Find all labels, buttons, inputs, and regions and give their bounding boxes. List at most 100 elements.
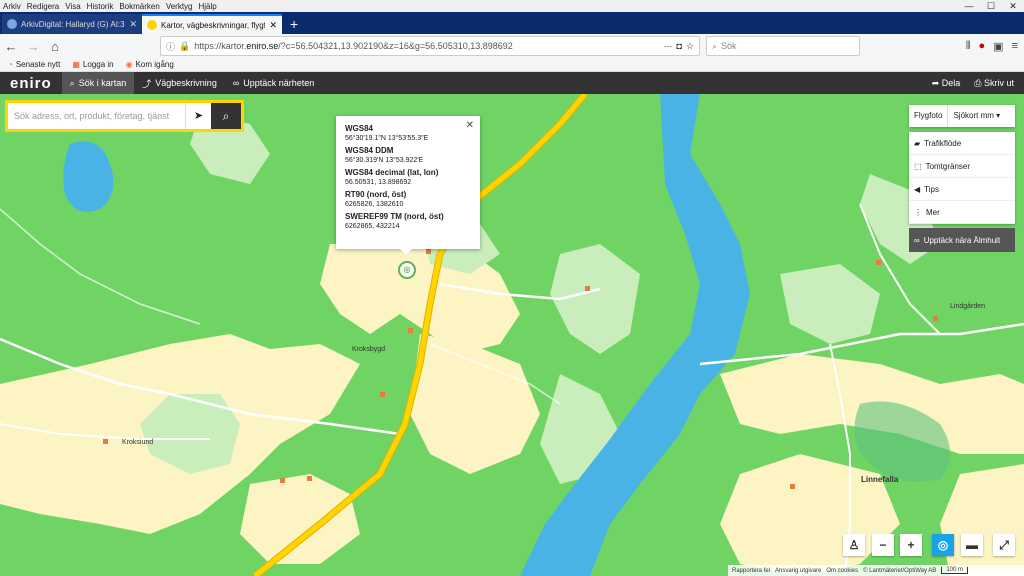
megaphone-icon: ◀	[914, 184, 921, 194]
microsoft-icon: ▦	[72, 60, 80, 69]
map-canvas[interactable]: Kroksbygd Kroksiund Lindgården Linnefall…	[0, 94, 1024, 576]
tab-sok-i-kartan[interactable]: ⌕ Sök i kartan	[61, 72, 135, 94]
pocket-icon[interactable]: ◘	[676, 41, 681, 51]
more-vertical-icon: ⋮	[914, 207, 922, 217]
forward-icon[interactable]: →	[22, 39, 44, 54]
coord-heading: WGS84 DDM	[345, 146, 394, 155]
location-marker-icon[interactable]: ⊕	[398, 261, 416, 279]
firefox-icon: ◉	[125, 60, 133, 69]
bookmark-senaste-nytt[interactable]: ◔ Senaste nytt	[8, 60, 60, 69]
url-bar[interactable]: ⓘ 🔒 https://kartor.eniro.se/?c=56.504321…	[160, 36, 700, 56]
eniro-favicon-icon	[147, 20, 157, 30]
search-icon: ⌕	[222, 109, 230, 123]
lock-icon: 🔒	[179, 40, 191, 51]
street-view-person-icon[interactable]: ♙	[843, 534, 865, 556]
binoculars-icon: ∞	[232, 78, 240, 88]
cookies-link[interactable]: Om cookies	[826, 568, 858, 574]
layer-mer[interactable]: ⋮ Mer	[909, 201, 1015, 224]
map-label-kroksiund: Kroksiund	[122, 439, 154, 446]
sjokort-dropdown[interactable]: Sjökort mm ▾	[947, 105, 1015, 127]
menu-arkiv[interactable]: Arkiv	[0, 2, 24, 11]
back-icon[interactable]: ←	[0, 39, 22, 54]
layer-list: ▰ Trafikflöde ⬚ Tomtgränser ◀ Tips ⋮ Mer	[909, 132, 1015, 224]
map-footer: Rapportera fel Ansvarig utgivare Om cook…	[728, 565, 1024, 576]
navigation-bar: ← → ⌂ ⓘ 🔒 https://kartor.eniro.se/?c=56.…	[0, 34, 1024, 58]
search-icon: ⌕	[69, 77, 75, 88]
map-label-kroksbygd: Kroksbygd	[352, 346, 386, 353]
eniro-logo[interactable]: eniro	[0, 75, 62, 92]
info-icon[interactable]: ⓘ	[166, 40, 175, 53]
map-label-linnefalla: Linnefalla	[861, 475, 899, 484]
bookmarks-bar: ◔ Senaste nytt ▦ Logga in ◉ Kom igång	[0, 58, 1024, 72]
fullscreen-icon[interactable]: ⤢	[993, 534, 1015, 556]
minimize-icon[interactable]: —	[958, 0, 980, 12]
map-search-input[interactable]: Sök adress, ort, produkt, företag, tjäns…	[8, 111, 185, 121]
locate-me-icon[interactable]: ➤	[185, 103, 211, 129]
menu-visa[interactable]: Visa	[62, 2, 83, 11]
rss-icon: ◔	[8, 60, 13, 69]
coord-heading: SWEREF99 TM (nord, öst)	[345, 212, 444, 221]
car-icon: ▰	[914, 138, 921, 148]
map-label-lindgarden: Lindgården	[950, 303, 986, 310]
hamburger-menu-icon[interactable]: ≡	[1012, 40, 1018, 52]
flygfoto-button[interactable]: Flygfoto	[909, 105, 947, 127]
share-button[interactable]: ➦ Dela	[932, 78, 961, 89]
tab-upptack-narheten[interactable]: ∞ Upptäck närheten	[225, 72, 322, 94]
tab-eniro[interactable]: Kartor, vägbeskrivningar, flygfo... ✕	[142, 14, 282, 34]
library-icon[interactable]: ⫴	[966, 40, 971, 53]
menu-verktyg[interactable]: Verktyg	[163, 2, 196, 11]
layer-tips[interactable]: ◀ Tips	[909, 178, 1015, 201]
close-popup-icon[interactable]: ✕	[466, 121, 474, 131]
binoculars-icon: ∞	[914, 235, 920, 245]
layer-tomtgranser[interactable]: ⬚ Tomtgränser	[909, 155, 1015, 178]
coord-value: 56°30'19.1"N 13°53'55.3"E	[345, 135, 429, 142]
bookmark-logga-in[interactable]: ▦ Logga in	[72, 60, 113, 69]
print-button[interactable]: ⎙ Skriv ut	[974, 78, 1014, 89]
close-window-icon[interactable]: ✕	[1002, 0, 1024, 12]
menu-hjalp[interactable]: Hjälp	[196, 2, 220, 11]
new-tab-icon[interactable]: +	[282, 14, 306, 34]
bookmark-kom-igang[interactable]: ◉ Kom igång	[126, 60, 174, 69]
layer-trafikflode[interactable]: ▰ Trafikflöde	[909, 132, 1015, 155]
sidebar-icon[interactable]: ▣	[993, 40, 1003, 53]
tab-title: Kartor, vägbeskrivningar, flygfo...	[161, 20, 265, 30]
search-button[interactable]: ⌕	[211, 103, 241, 129]
directions-icon: ⤴	[142, 78, 152, 89]
coordinates-popup: ✕ WGS84 56°30'19.1"N 13°53'55.3"E WGS84 …	[336, 116, 480, 255]
eniro-actions: ➦ Dela ⎙ Skriv ut	[932, 72, 1014, 94]
tab-arkivdigital[interactable]: ArkivDigital: Hallaryd (G) AI:3 ... ✕	[2, 14, 142, 34]
zoom-in-button[interactable]: +	[900, 534, 922, 556]
toolbar-right: ⫴ ● ▣ ≡	[966, 34, 1018, 58]
close-tab-icon[interactable]: ✕	[129, 19, 137, 30]
chevron-down-icon: ▾	[996, 111, 1001, 120]
coord-heading: WGS84 decimal (lat, lon)	[345, 168, 439, 177]
locate-button[interactable]: ◎	[932, 534, 954, 556]
search-field[interactable]: ⌕ Sök	[706, 36, 860, 56]
search-icon: ⌕	[712, 40, 718, 51]
coord-value: 56.50531, 13.898692	[345, 179, 412, 186]
tab-bar: ArkivDigital: Hallaryd (G) AI:3 ... ✕ Ka…	[0, 12, 1024, 34]
maximize-icon[interactable]: ☐	[980, 0, 1002, 12]
bookmark-star-icon[interactable]: ☆	[686, 41, 694, 52]
coord-value: 56°30.319'N 13°53.922'E	[345, 157, 424, 164]
tab-vagbeskrivning[interactable]: ⤴ Vägbeskrivning	[134, 72, 225, 94]
page-actions-icon[interactable]: ···	[663, 41, 672, 51]
discover-nearby-button[interactable]: ∞ Upptäck nära Älmhult	[909, 228, 1015, 252]
menu-redigera[interactable]: Redigera	[24, 2, 62, 11]
map-search-panel: Sök adress, ort, produkt, företag, tjäns…	[5, 100, 244, 132]
addon-icon[interactable]: ●	[979, 40, 986, 52]
arkivdigital-favicon-icon	[7, 19, 17, 29]
window-controls: — ☐ ✕	[958, 0, 1024, 12]
copyright-text: © Lantmäteriet/OptiWay AB	[863, 567, 937, 574]
menu-bar: Arkiv Redigera Visa Historik Bokmärken V…	[0, 0, 1024, 12]
publisher-link[interactable]: Ansvarig utgivare	[775, 568, 821, 574]
report-error-link[interactable]: Rapportera fel	[732, 568, 770, 574]
menu-bokmarken[interactable]: Bokmärken	[116, 2, 162, 11]
zoom-out-button[interactable]: −	[872, 534, 894, 556]
measure-icon[interactable]: ▬	[961, 534, 983, 556]
menu-historik[interactable]: Historik	[84, 2, 117, 11]
close-tab-icon[interactable]: ✕	[269, 20, 277, 31]
map-type-selector: Flygfoto Sjökort mm ▾	[909, 105, 1015, 127]
tab-title: ArkivDigital: Hallaryd (G) AI:3 ...	[21, 19, 126, 29]
home-icon[interactable]: ⌂	[44, 39, 66, 54]
